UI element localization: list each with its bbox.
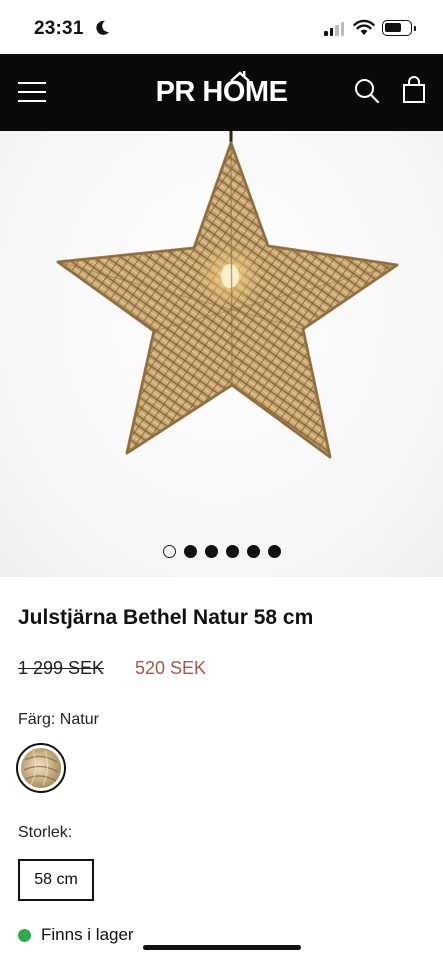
size-label: Storlek:: [18, 824, 73, 841]
moon-icon: [96, 20, 109, 35]
battery-icon: [382, 20, 416, 36]
sale-price: 520 SEK: [135, 658, 207, 678]
gallery-dot-4[interactable]: [226, 545, 239, 558]
gallery-dot-2[interactable]: [184, 545, 197, 558]
product-image-gallery[interactable]: [0, 131, 443, 577]
home-indicator[interactable]: [143, 945, 301, 950]
cart-icon[interactable]: [402, 76, 426, 104]
signal-icon: [324, 22, 344, 36]
gallery-dot-1[interactable]: [163, 545, 176, 558]
color-swatch-natur[interactable]: [16, 743, 66, 793]
stock-text: Finns i lager: [41, 925, 134, 944]
in-stock-indicator-icon: [18, 928, 31, 942]
gallery-dot-3[interactable]: [205, 545, 218, 558]
wifi-icon: [353, 19, 375, 35]
gallery-pagination: [163, 545, 281, 558]
search-icon[interactable]: [354, 78, 380, 104]
original-price: 1 299 SEK: [18, 658, 105, 678]
gallery-dot-5[interactable]: [247, 545, 260, 558]
product-title: Julstjärna Bethel Natur 58 cm: [18, 606, 314, 629]
product-image-rattan-star: [56, 131, 399, 459]
rattan-texture-icon: [23, 750, 59, 786]
gallery-dot-6[interactable]: [268, 545, 281, 558]
size-option-58cm[interactable]: 58 cm: [18, 859, 94, 901]
logo-house-icon: [230, 71, 250, 82]
color-swatch-image: [21, 748, 61, 788]
status-bar: 23:31: [0, 0, 443, 54]
color-label: Färg: Natur: [18, 711, 99, 728]
stock-status: Finns i lager: [18, 925, 134, 945]
site-header: PR HOME: [0, 54, 443, 131]
status-time: 23:31: [34, 18, 84, 39]
